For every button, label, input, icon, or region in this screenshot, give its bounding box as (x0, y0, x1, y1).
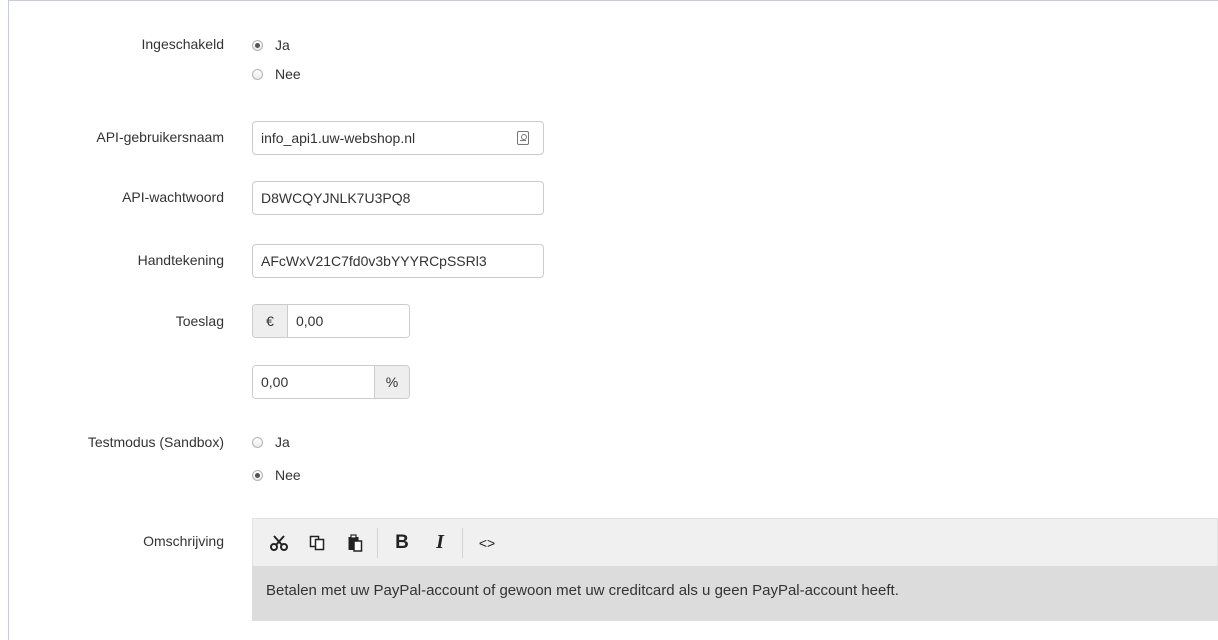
toolbar-separator (377, 527, 378, 558)
test-mode-option-no[interactable]: Nee (252, 465, 301, 485)
enabled-option-no[interactable]: Nee (252, 64, 301, 84)
copy-icon (309, 535, 325, 550)
radio-test-mode-yes[interactable] (252, 436, 263, 448)
editor-content[interactable]: Betalen met uw PayPal-account of gewoon … (252, 566, 1218, 621)
radio-enabled-yes[interactable] (252, 39, 263, 51)
api-username-value: info_api1.uw-webshop.nl (261, 130, 416, 146)
api-username-label: API-gebruikersnaam (96, 129, 224, 145)
enabled-option-no-label: Nee (275, 66, 301, 82)
percent-addon: % (374, 366, 409, 398)
signature-field[interactable]: AFcWxV21C7fd0v3bYYYRCpSSRl3 (252, 244, 544, 278)
test-mode-label: Testmodus (Sandbox) (87, 434, 224, 450)
surcharge-fixed-group[interactable]: € 0,00 (252, 304, 410, 338)
description-editor[interactable]: B I <> Betalen met uw PayPal-account of … (252, 518, 1218, 621)
enabled-option-yes-label: Ja (275, 37, 290, 53)
test-mode-option-yes[interactable]: Ja (252, 432, 290, 452)
surcharge-percent-input[interactable]: 0,00 (253, 366, 374, 398)
source-code-button[interactable]: <> (469, 525, 505, 561)
paste-icon (348, 533, 363, 552)
radio-enabled-no[interactable] (252, 68, 263, 80)
toolbar-separator (462, 527, 463, 558)
currency-addon: € (253, 305, 288, 337)
contact-card-icon[interactable] (517, 131, 529, 145)
api-password-label: API-wachtwoord (122, 189, 224, 205)
italic-button[interactable]: I (422, 525, 458, 561)
editor-toolbar: B I <> (252, 518, 1218, 566)
signature-label: Handtekening (137, 252, 224, 268)
enabled-label: Ingeschakeld (141, 36, 224, 52)
surcharge-percent-group[interactable]: 0,00 % (252, 365, 410, 399)
bold-button[interactable]: B (384, 525, 420, 561)
signature-value: AFcWxV21C7fd0v3bYYYRCpSSRl3 (261, 253, 487, 269)
test-mode-option-no-label: Nee (275, 467, 301, 483)
cut-icon (270, 534, 288, 551)
paste-button[interactable] (337, 525, 373, 561)
surcharge-fixed-input[interactable]: 0,00 (288, 305, 409, 337)
api-password-value: D8WCQYJNLK7U3PQ8 (261, 190, 411, 206)
description-label: Omschrijving (143, 533, 224, 549)
copy-button[interactable] (299, 525, 335, 561)
surcharge-label: Toeslag (175, 313, 224, 329)
enabled-option-yes[interactable]: Ja (252, 35, 290, 55)
radio-test-mode-no[interactable] (252, 469, 263, 481)
test-mode-option-yes-label: Ja (275, 434, 290, 450)
api-password-field[interactable]: D8WCQYJNLK7U3PQ8 (252, 181, 544, 215)
api-username-field[interactable]: info_api1.uw-webshop.nl (252, 121, 544, 155)
cut-button[interactable] (261, 525, 297, 561)
